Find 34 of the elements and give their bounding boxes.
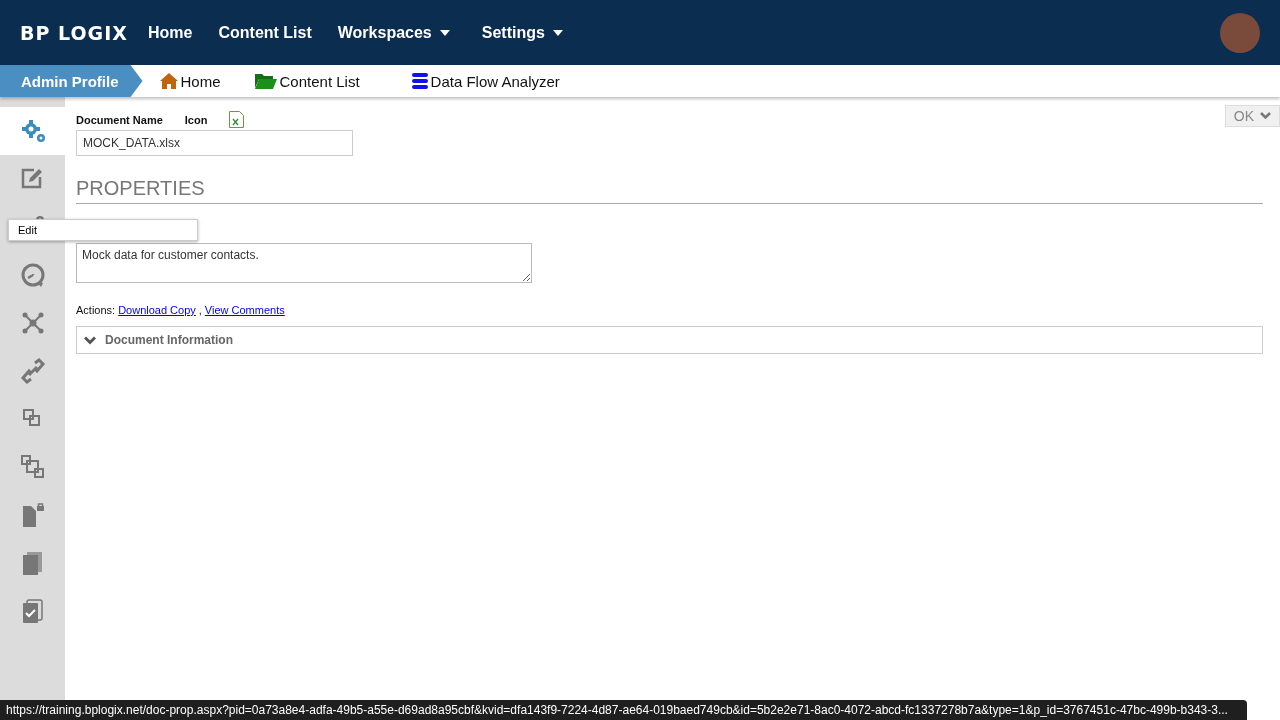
- nav-link[interactable]: Home: [148, 23, 193, 42]
- nav-link[interactable]: Workspaces: [337, 23, 450, 42]
- action-link[interactable]: Download Copy: [118, 304, 196, 316]
- section-heading: PROPERTIES: [76, 177, 1263, 204]
- action-link[interactable]: View Comments: [204, 304, 285, 316]
- separator: ,: [198, 304, 202, 316]
- actions-label: Actions:: [76, 304, 116, 316]
- database-icon: [411, 73, 428, 89]
- avatar[interactable]: [1220, 12, 1260, 53]
- status-bar-url: https://training.bplogix.net/doc-prop.aspx?pid=0a73a8e4-adfa-49b5-a55e-d69ad8a95cbf&kvid=dfa143f9-7224-4d87-ae64-019baed749cb&id=5b2e2e71-8ac0-4072-abcd-fc1337278b7a&type=1&p_id=3767451c-47bc-499b-b343-3...: [0, 700, 1247, 720]
- logo: BP LOGIX: [20, 21, 129, 44]
- link-icon: [19, 358, 46, 384]
- chevron-down-icon: [84, 335, 96, 345]
- caret-icon: [552, 29, 563, 36]
- chevron-down-icon: [1260, 112, 1271, 120]
- name-field[interactable]: MOCK_DATA.xlsx: [76, 130, 353, 156]
- spreadsheet-icon: [229, 111, 245, 128]
- breadcrumb-link[interactable]: Home: [159, 72, 221, 90]
- home-icon: [159, 73, 178, 89]
- field-label: Icon: [184, 113, 208, 126]
- nav-link[interactable]: Content List: [218, 23, 312, 42]
- nav-link[interactable]: Settings: [481, 23, 563, 42]
- field-label: Document Name: [76, 113, 163, 126]
- profile-label[interactable]: Admin Profile: [0, 65, 143, 97]
- description-field[interactable]: Mock data for customer contacts.: [76, 243, 532, 283]
- caret-icon: [439, 29, 450, 36]
- collapsible-panel[interactable]: Document Information: [76, 326, 1263, 354]
- copy-icon: [19, 454, 46, 480]
- breadcrumb-link[interactable]: Content List: [254, 72, 360, 90]
- clock-icon: [19, 262, 46, 288]
- sidebar-tab[interactable]: [0, 107, 65, 155]
- breadcrumb-link[interactable]: Data Flow Analyzer: [411, 72, 560, 90]
- tooltip: Edit: [8, 219, 198, 241]
- folder-icon: [254, 73, 277, 89]
